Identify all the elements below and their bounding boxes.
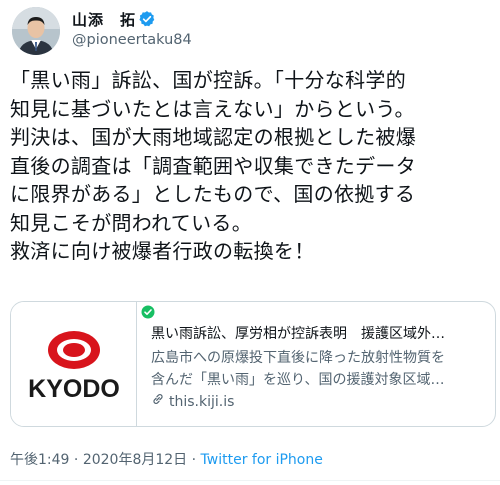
tweet-time[interactable]: 午後1:49 xyxy=(10,452,69,468)
verified-badge-icon xyxy=(138,10,156,28)
tweet-line: 直後の調査は「調査範囲や収集できたデータ xyxy=(10,153,416,178)
tweet-line: 「黒い雨」訴訟、国が控訴。「十分な科学的 xyxy=(10,68,406,92)
kyodo-logo-text: KYODO xyxy=(28,375,120,403)
tweet-line: に限界がある」としたもので、国の依拠する xyxy=(10,182,416,206)
link-preview-card[interactable]: KYODO 黒い雨訴訟、厚労相が控訴表明 援護区域外… 広島市への原爆投下直後に… xyxy=(10,301,496,427)
tweet-line: 救済に向け被爆者行政の転換を！ xyxy=(10,239,315,263)
avatar[interactable] xyxy=(12,7,60,55)
user-handle[interactable]: @pioneertaku84 xyxy=(72,32,192,48)
card-description-line: 広島市への原爆投下直後に降った放射性物質を xyxy=(151,350,445,366)
check-circle-icon xyxy=(141,304,155,319)
meta-separator: · xyxy=(69,452,83,468)
card-title[interactable]: 黒い雨訴訟、厚労相が控訴表明 援護区域外… xyxy=(151,324,491,344)
tweet-source-link[interactable]: Twitter for iPhone xyxy=(201,452,323,468)
tweet-line: 知見に基づいたとは言えない」からという。 xyxy=(10,96,415,121)
divider xyxy=(0,480,500,481)
tweet-meta: 午後1:49 · 2020年8月12日 · Twitter for iPhone xyxy=(10,449,323,469)
kyodo-logo: KYODO xyxy=(11,302,137,426)
card-description: 広島市への原爆投下直後に降った放射性物質を 含んだ「黒い雨」を巡り、国の援護対象… xyxy=(151,347,491,391)
card-description-line: 含んだ「黒い雨」を巡り、国の援護対象区域… xyxy=(151,372,445,388)
tweet-text: 「黒い雨」訴訟、国が控訴。「十分な科学的 知見に基づいたとは言えない」からという… xyxy=(10,66,498,266)
link-icon xyxy=(151,392,165,412)
kyodo-logo-graphic: KYODO xyxy=(28,331,120,403)
tweet-line: 知見こそが問われている。 xyxy=(10,210,252,235)
meta-separator: · xyxy=(187,452,201,468)
display-name[interactable]: 山添 拓 xyxy=(72,9,136,30)
card-domain[interactable]: this.kiji.is xyxy=(151,392,491,412)
tweet-line: 判決は、国が大雨地域認定の根拠とした被爆 xyxy=(10,125,416,149)
card-domain-text: this.kiji.is xyxy=(169,394,235,410)
tweet-date[interactable]: 2020年8月12日 xyxy=(83,452,187,468)
card-body: 黒い雨訴訟、厚労相が控訴表明 援護区域外… 広島市への原爆投下直後に降った放射性… xyxy=(151,324,491,412)
tweet: 山添 拓 @pioneertaku84 「黒い雨」訴訟、国が控訴。「十分な科学的… xyxy=(0,0,500,485)
